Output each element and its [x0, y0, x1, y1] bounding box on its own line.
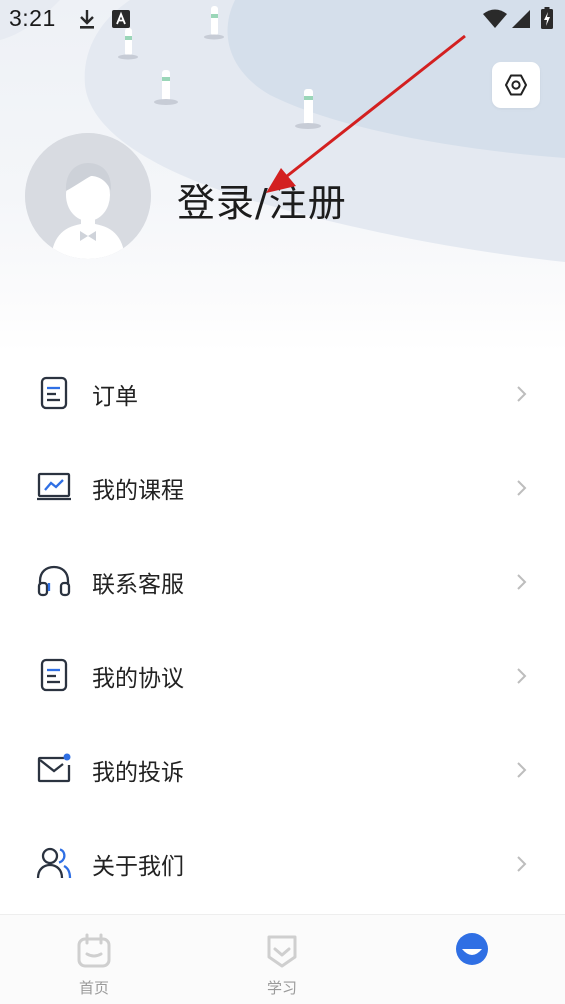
chevron-right-icon	[517, 480, 527, 496]
chevron-right-icon	[517, 668, 527, 684]
menu-item-label: 我的协议	[92, 666, 184, 692]
shield-icon	[267, 935, 297, 968]
nav-tab-study[interactable]: 学习	[188, 915, 376, 1004]
nav-tab-profile[interactable]	[376, 915, 564, 1004]
cell-signal-icon	[512, 10, 530, 28]
menu-item-label: 关于我们	[92, 854, 184, 880]
settings-hexagon-icon	[505, 74, 527, 96]
menu-item-my-courses[interactable]: 我的课程	[0, 441, 565, 535]
wifi-icon	[483, 9, 507, 28]
bottom-nav: 首页 学习	[0, 914, 565, 1004]
menu-item-my-agreements[interactable]: 我的协议	[0, 629, 565, 723]
menu-item-orders[interactable]: 订单	[0, 347, 565, 441]
chevron-right-icon	[517, 762, 527, 778]
status-bar: 3:21	[0, 0, 565, 40]
status-time: 3:21	[9, 5, 56, 31]
a-badge-icon	[112, 10, 130, 28]
chevron-right-icon	[517, 386, 527, 402]
profile-face-icon	[456, 933, 488, 965]
nav-tab-label: 首页	[78, 979, 109, 997]
menu-item-label: 我的课程	[92, 478, 184, 504]
menu-item-label: 订单	[92, 384, 138, 410]
course-chart-icon	[37, 472, 71, 501]
headset-icon	[37, 565, 71, 597]
mail-icon	[37, 753, 71, 783]
menu-item-my-complaints[interactable]: 我的投诉	[0, 723, 565, 817]
users-icon	[36, 847, 72, 879]
avatar[interactable]	[25, 133, 151, 259]
chevron-right-icon	[517, 856, 527, 872]
nav-tab-label: 学习	[266, 979, 297, 997]
document-icon	[40, 658, 68, 692]
menu-item-customer-service[interactable]: 联系客服	[0, 535, 565, 629]
default-avatar-icon	[25, 133, 151, 259]
profile-screen: 3:21 登录/注册 订单 我的课程 联系客服 我的协议 我的投诉 关于我们 首…	[0, 0, 565, 1004]
menu-list: 订单 我的课程 联系客服 我的协议 我的投诉 关于我们	[0, 347, 565, 911]
login-register-link[interactable]: 登录/注册	[177, 172, 347, 227]
menu-item-label: 联系客服	[92, 572, 184, 598]
menu-item-label: 我的投诉	[92, 760, 184, 786]
calendar-icon	[77, 933, 111, 968]
nav-tab-home[interactable]: 首页	[0, 915, 188, 1004]
menu-item-about-us[interactable]: 关于我们	[0, 817, 565, 911]
document-icon	[40, 376, 68, 410]
settings-button[interactable]	[492, 62, 540, 108]
chevron-right-icon	[517, 574, 527, 590]
download-icon	[80, 10, 94, 29]
battery-charging-icon	[541, 7, 553, 29]
